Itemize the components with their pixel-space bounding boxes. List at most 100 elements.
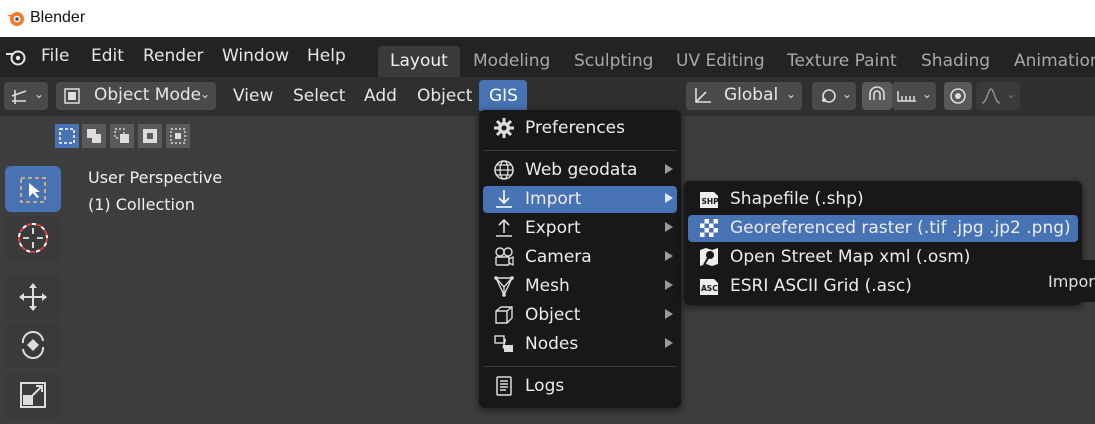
move-tool[interactable] xyxy=(5,274,61,320)
select-intersect-icon xyxy=(170,128,186,144)
export-icon xyxy=(496,218,512,237)
camera-icon xyxy=(495,247,514,267)
tab-uv-editing[interactable]: UV Editing xyxy=(664,46,777,77)
gis-menu-item-camera[interactable]: Camera xyxy=(483,244,677,271)
submenu-arrow-icon xyxy=(665,251,673,261)
asc-icon: ASC xyxy=(700,279,718,295)
cursor-select-icon xyxy=(20,177,46,203)
gis-menu-item-preferences[interactable]: Preferences xyxy=(483,115,677,142)
import-submenu: SHP Shapefile (.shp) Georeferenced raste… xyxy=(684,181,1082,305)
menu-help[interactable]: Help xyxy=(307,46,346,66)
submenu-arrow-icon xyxy=(665,338,673,348)
tab-modeling[interactable]: Modeling xyxy=(461,46,562,77)
import-item-shapefile[interactable]: SHP Shapefile (.shp) xyxy=(688,186,1078,213)
tooltip: Impor xyxy=(1031,260,1095,302)
select-difference-button[interactable] xyxy=(138,124,162,148)
tab-sculpting[interactable]: Sculpting xyxy=(562,46,665,77)
select-subtract-button[interactable] xyxy=(110,124,134,148)
gis-menu-item-nodes[interactable]: Nodes xyxy=(483,331,677,358)
rotate-icon xyxy=(21,331,45,359)
import-icon xyxy=(496,190,512,208)
select-subtract-icon xyxy=(114,128,129,143)
gis-menu-item-mesh[interactable]: Mesh xyxy=(483,273,677,300)
menu-item-label: Import xyxy=(525,189,582,209)
transform-orientation-dropdown[interactable]: Global ⌄ xyxy=(686,82,802,110)
cursor-tool[interactable] xyxy=(5,216,61,262)
menu-item-label: Shapefile (.shp) xyxy=(730,189,864,209)
select-box-icon xyxy=(59,128,75,144)
select-box-tool[interactable] xyxy=(5,166,61,212)
nodes-icon xyxy=(494,335,513,352)
gis-menu-item-object[interactable]: Object xyxy=(483,302,677,329)
osm-icon xyxy=(700,248,718,266)
menu-gis[interactable]: GIS xyxy=(479,80,527,111)
window-title: Blender xyxy=(30,9,86,26)
gear-icon xyxy=(494,118,514,138)
import-item-georeferenced-raster[interactable]: Georeferenced raster (.tif .jpg .jp2 .pn… xyxy=(688,215,1078,242)
3d-cursor-icon xyxy=(18,223,48,253)
tab-animation[interactable]: Animation xyxy=(1002,46,1095,77)
menu-file[interactable]: File xyxy=(41,46,69,66)
menu-item-label: Preferences xyxy=(525,118,625,138)
menu-item-label: Georeferenced raster (.tif .jpg .jp2 .pn… xyxy=(730,218,1071,238)
menu-gis-label: GIS xyxy=(489,86,518,106)
pivot-point-dropdown[interactable]: ⌄ xyxy=(812,82,856,110)
proportional-edit-toggle[interactable] xyxy=(944,82,972,110)
menu-object[interactable]: Object xyxy=(417,86,472,106)
chevron-down-icon: ⌄ xyxy=(842,87,853,101)
menu-item-label: Logs xyxy=(525,376,565,396)
falloff-dropdown[interactable]: ⌄ xyxy=(976,82,1020,110)
top-menu-bar: File Edit Render Window Help Layout Mode… xyxy=(0,37,1095,77)
menu-select[interactable]: Select xyxy=(293,86,345,106)
transform-orientation-label: Global xyxy=(724,85,779,105)
gis-menu-item-import[interactable]: Import xyxy=(483,186,677,213)
select-new-button[interactable] xyxy=(55,124,79,148)
gis-menu-item-web-geodata[interactable]: Web geodata xyxy=(483,157,677,184)
menu-item-label: Camera xyxy=(525,247,592,267)
menu-add[interactable]: Add xyxy=(364,86,397,106)
globe-icon xyxy=(494,160,514,180)
import-item-esri-ascii[interactable]: ASC ESRI ASCII Grid (.asc) xyxy=(688,273,1078,300)
editor-type-button[interactable]: ⌄ xyxy=(4,82,48,110)
chevron-down-icon: ⌄ xyxy=(922,87,933,101)
menu-edit[interactable]: Edit xyxy=(91,46,124,66)
menu-item-label: Web geodata xyxy=(525,160,638,180)
submenu-arrow-icon xyxy=(665,280,673,290)
gis-menu: Preferences Web geodata Import Export Ca… xyxy=(479,110,681,408)
move-arrows-icon xyxy=(19,283,47,311)
snap-toggle[interactable] xyxy=(862,82,892,110)
scale-tool[interactable] xyxy=(5,372,61,418)
gis-menu-item-export[interactable]: Export xyxy=(483,215,677,242)
pivot-icon xyxy=(822,89,836,103)
rotate-tool[interactable] xyxy=(5,322,61,368)
submenu-arrow-icon xyxy=(665,164,673,174)
submenu-arrow-icon xyxy=(665,309,673,319)
select-intersect-button[interactable] xyxy=(166,124,190,148)
menu-render[interactable]: Render xyxy=(143,46,204,66)
blender-menu-icon[interactable] xyxy=(5,47,27,67)
axes-icon xyxy=(11,90,27,104)
select-extend-icon xyxy=(87,129,101,143)
import-item-osm[interactable]: Open Street Map xml (.osm) xyxy=(688,244,1078,271)
object-mode-dropdown[interactable]: Object Mode ⌄ xyxy=(56,82,216,110)
tab-shading[interactable]: Shading xyxy=(909,46,1002,77)
chevron-down-icon: ⌄ xyxy=(786,87,797,101)
menu-item-label: Nodes xyxy=(525,334,579,354)
submenu-arrow-icon xyxy=(665,222,673,232)
menu-item-label: ESRI ASCII Grid (.asc) xyxy=(730,276,912,296)
mesh-icon xyxy=(494,276,514,297)
magnet-icon xyxy=(869,86,885,100)
menu-window[interactable]: Window xyxy=(222,46,289,66)
svg-text:ASC: ASC xyxy=(701,284,718,293)
gis-menu-item-logs[interactable]: Logs xyxy=(483,373,677,400)
menu-view[interactable]: View xyxy=(233,86,273,106)
shp-icon: SHP xyxy=(700,192,719,208)
tab-texture-paint[interactable]: Texture Paint xyxy=(775,46,909,77)
cube-icon xyxy=(495,306,513,324)
snap-target-dropdown[interactable]: ⌄ xyxy=(892,82,936,110)
menu-item-label: Mesh xyxy=(525,276,570,296)
tab-layout[interactable]: Layout xyxy=(378,46,460,77)
select-extend-button[interactable] xyxy=(82,124,106,148)
menu-item-label: Open Street Map xml (.osm) xyxy=(730,247,971,267)
chevron-down-icon: ⌄ xyxy=(200,87,211,101)
